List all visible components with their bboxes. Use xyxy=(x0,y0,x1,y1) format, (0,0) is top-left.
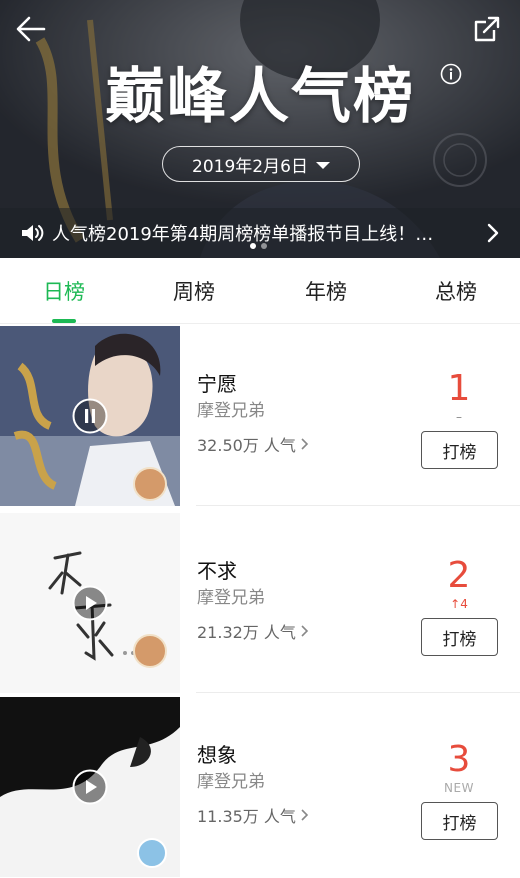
hero-banner: 巅峰人气榜 2019年2月6日 人气榜2019年第4期周榜榜单播报节目上线！… xyxy=(0,0,520,258)
chevron-right-icon xyxy=(301,625,309,637)
vote-button[interactable]: 打榜 xyxy=(421,802,498,840)
caret-down-icon xyxy=(315,161,330,169)
rank-number: 3 xyxy=(447,739,471,780)
notice-banner[interactable]: 人气榜2019年第4期周榜榜单播报节目上线！… xyxy=(0,208,520,258)
popularity-value: 32.50万 人气 xyxy=(197,436,296,455)
rank-trend: NEW xyxy=(444,781,474,795)
divider xyxy=(196,692,520,693)
active-tab-indicator xyxy=(52,319,76,323)
carousel-dot xyxy=(261,243,267,249)
song-title: 想象 xyxy=(197,743,237,767)
divider xyxy=(196,505,520,506)
info-icon[interactable] xyxy=(440,63,462,85)
tab-weekly[interactable]: 周榜 xyxy=(154,276,234,306)
vote-button[interactable]: 打榜 xyxy=(421,618,498,656)
pause-icon[interactable] xyxy=(72,398,108,434)
chart-tabs: 日榜 周榜 年榜 总榜 xyxy=(0,258,520,324)
song-artist[interactable]: 摩登兄弟 xyxy=(197,583,265,608)
carousel-dots xyxy=(250,243,267,249)
play-icon[interactable] xyxy=(72,585,108,621)
rank-trend: – xyxy=(456,410,462,424)
popularity-link[interactable]: 11.35万 人气 xyxy=(197,803,309,827)
album-cover[interactable] xyxy=(0,326,180,506)
back-arrow-icon[interactable] xyxy=(14,12,48,46)
song-title: 宁愿 xyxy=(197,372,237,396)
tab-daily[interactable]: 日榜 xyxy=(24,276,104,306)
song-title: 不求 xyxy=(197,559,237,583)
album-cover[interactable] xyxy=(0,513,180,693)
vote-button[interactable]: 打榜 xyxy=(421,431,498,469)
share-icon[interactable] xyxy=(472,14,502,44)
chevron-right-icon xyxy=(301,809,309,821)
song-row[interactable]: 不求 摩登兄弟 21.32万 人气 2 ↑4 打榜 xyxy=(0,513,520,693)
album-cover[interactable] xyxy=(0,697,180,877)
rank-number: 1 xyxy=(447,368,471,409)
play-icon[interactable] xyxy=(72,769,108,805)
song-artist[interactable]: 摩登兄弟 xyxy=(197,396,265,421)
rank-number: 2 xyxy=(447,555,471,596)
popularity-value: 11.35万 人气 xyxy=(197,807,296,826)
tab-all-time[interactable]: 总榜 xyxy=(416,276,496,306)
song-row[interactable]: 宁愿 摩登兄弟 32.50万 人气 1 – 打榜 xyxy=(0,326,520,506)
tab-yearly[interactable]: 年榜 xyxy=(286,276,366,306)
carousel-dot xyxy=(250,243,256,249)
speaker-icon xyxy=(22,225,44,241)
chevron-right-icon xyxy=(487,223,499,243)
date-label: 2019年2月6日 xyxy=(192,156,308,177)
song-row[interactable]: 想象 摩登兄弟 11.35万 人气 3 NEW 打榜 xyxy=(0,697,520,877)
page-title: 巅峰人气榜 xyxy=(105,62,415,132)
chevron-right-icon xyxy=(301,438,309,450)
popularity-link[interactable]: 32.50万 人气 xyxy=(197,432,309,456)
rank-trend: ↑4 xyxy=(450,597,468,611)
song-artist[interactable]: 摩登兄弟 xyxy=(197,767,265,792)
popularity-link[interactable]: 21.32万 人气 xyxy=(197,619,309,643)
date-selector[interactable]: 2019年2月6日 xyxy=(162,146,360,182)
popularity-value: 21.32万 人气 xyxy=(197,623,296,642)
